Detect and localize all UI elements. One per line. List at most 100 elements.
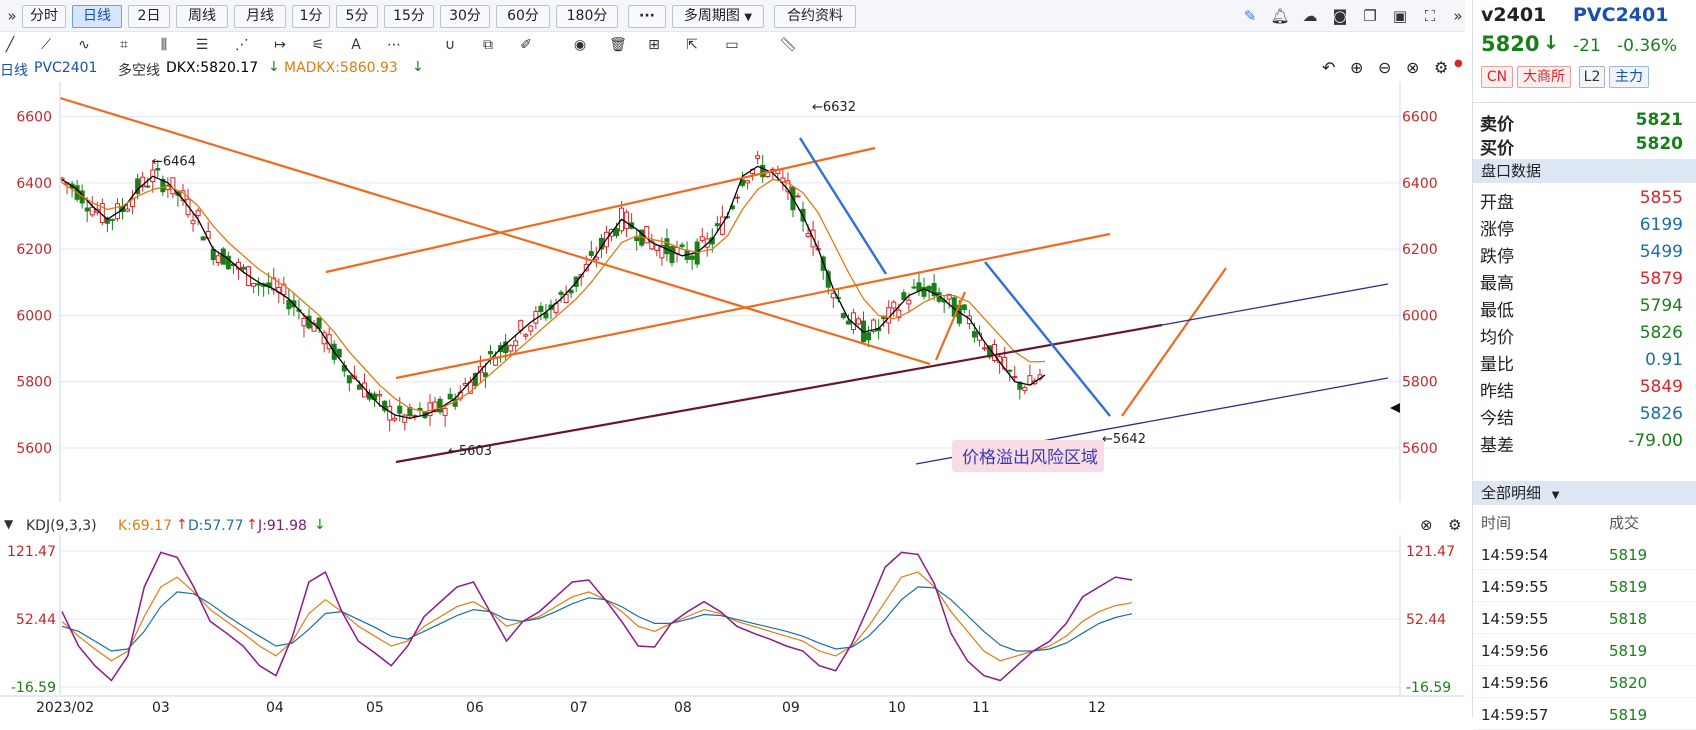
fullscreen-icon[interactable]: ⛶ (1420, 6, 1440, 26)
tag-l2[interactable]: L2 (1579, 66, 1605, 88)
tick-row[interactable]: 14:59:54 5819 (1473, 538, 1696, 570)
text-tool-icon[interactable]: A (346, 35, 366, 55)
right-price-tick: 6600 (1402, 110, 1438, 126)
period-button-1min[interactable]: 1分 (292, 5, 330, 28)
main-kline-chart[interactable]: ←6464 ←6632 ←5603 ←5642 价格溢出风险区域 5600 5600 580… (0, 82, 1465, 502)
more-tools-icon[interactable]: ⋯ (384, 35, 404, 55)
period-button-60min[interactable]: 60分 (496, 5, 550, 28)
pen-icon[interactable]: ✎ (1240, 6, 1260, 26)
grid-icon[interactable]: ⊞ (644, 35, 664, 55)
line-tool-icon[interactable]: ╱ (0, 35, 20, 55)
layers-icon[interactable]: ⧉ (478, 35, 498, 55)
tick-time: 14:59:56 (1481, 674, 1549, 692)
tick-row[interactable]: 14:59:56 5820 (1473, 666, 1696, 698)
trash-icon[interactable]: 🗑︎ (608, 35, 628, 55)
candle-body (699, 236, 705, 241)
tag-main[interactable]: 主力 (1609, 66, 1649, 88)
comment-icon[interactable]: ▭ (722, 35, 742, 55)
contract-name: PVC2401 (1573, 4, 1669, 26)
date-tick: 03 (152, 700, 170, 716)
segment-tool-icon[interactable]: ∿ (74, 35, 94, 55)
ray-tool-icon[interactable]: ⟋ (36, 35, 56, 55)
magnet-icon[interactable]: ∪ (440, 35, 460, 55)
gann-tool-icon[interactable]: ⚟ (308, 35, 328, 55)
tag-cn[interactable]: CN (1481, 66, 1513, 88)
candle-body (840, 313, 846, 319)
period-button-180min[interactable]: 180分 (556, 5, 618, 28)
candle-body (200, 236, 206, 241)
kdj-j-line (61, 551, 1133, 682)
candle-body (634, 237, 640, 242)
panel-divider (1473, 102, 1696, 103)
undo-icon[interactable]: ↶ (1322, 58, 1335, 77)
candle-body (437, 398, 443, 413)
price-change-pct: -0.36% (1617, 36, 1678, 56)
candle-body (568, 289, 574, 294)
contract-info-button[interactable]: 合约资料 (774, 5, 856, 28)
more-periods-button[interactable]: ··· (628, 5, 666, 28)
detail-header-price: 成交 (1609, 514, 1640, 532)
quote-value: 5879 (1639, 269, 1683, 289)
low-label-5603: ←5603 (448, 444, 492, 459)
fib-tool-icon[interactable]: ☰ (192, 35, 212, 55)
tick-row[interactable]: 14:59:56 5819 (1473, 634, 1696, 666)
tag-exchange[interactable]: 大商所 (1517, 66, 1571, 88)
camera-icon[interactable]: ◙ (1330, 6, 1350, 26)
period-button-5min[interactable]: 5分 (336, 5, 378, 28)
period-button-intraday[interactable]: 分时 (22, 5, 66, 28)
tick-price: 5819 (1609, 642, 1648, 660)
period-button-monthly[interactable]: 月线 (234, 5, 286, 28)
zoom-out-icon[interactable]: ⊖ (1378, 58, 1391, 77)
collapse-panel-icon[interactable]: » (1448, 6, 1468, 26)
kdj-left-tick: 121.47 (7, 544, 56, 560)
period-button-30min[interactable]: 30分 (440, 5, 490, 28)
candle-body (513, 340, 519, 347)
cloud-icon[interactable]: ☁ (1300, 6, 1320, 26)
price-change: -21 (1573, 36, 1601, 56)
monitor-icon[interactable]: ▣ (1390, 6, 1410, 26)
period-button-daily[interactable]: 日线 (72, 5, 122, 28)
brush-icon[interactable]: ✐ (516, 35, 536, 55)
export-icon[interactable]: ⇱ (682, 35, 702, 55)
detail-section-header[interactable]: 全部明细 ▼ (1473, 481, 1696, 505)
candle-body (240, 266, 246, 270)
dkx-value: DKX:5820.17 (166, 60, 259, 76)
kdj-right-tick: -16.59 (1406, 680, 1451, 696)
bars-tool-icon[interactable]: ⫼ (154, 35, 174, 55)
tick-price: 5818 (1609, 610, 1648, 628)
tick-row[interactable]: 14:59:57 5819 (1473, 698, 1696, 730)
candle-body (901, 292, 907, 300)
quote-value: 6199 (1639, 215, 1683, 235)
quote-row: 今结 5826 (1473, 401, 1696, 429)
date-axis: 2023/02 03 04 05 06 07 08 09 10 11 12 (0, 695, 1465, 716)
bell-icon[interactable]: 🔔︎ (1270, 6, 1290, 26)
tick-row[interactable]: 14:59:55 5819 (1473, 570, 1696, 602)
candle-body (760, 164, 766, 178)
last-price: 5820 (1481, 32, 1540, 56)
left-price-tick: 5600 (16, 441, 52, 457)
crop-tool-icon[interactable]: ⌗ (114, 35, 134, 55)
tick-row[interactable]: 14:59:55 5818 (1473, 602, 1696, 634)
candle-body (961, 304, 967, 310)
measure-tool-icon[interactable]: ↦ (270, 35, 290, 55)
candle-body (755, 155, 761, 159)
detail-section-title: 全部明细 (1481, 484, 1542, 502)
fan-tool-icon[interactable]: ⋰ (232, 35, 252, 55)
double-chevron-right-icon[interactable]: » (2, 6, 22, 26)
candle-body (1022, 386, 1028, 391)
date-tick: 09 (782, 700, 800, 716)
candle-body (256, 283, 262, 286)
window-icon[interactable]: ❐ (1360, 6, 1380, 26)
close-chart-icon[interactable]: ⊗ (1406, 58, 1419, 77)
period-button-weekly[interactable]: 周线 (176, 5, 228, 28)
multi-period-dropdown[interactable]: 多周期图 ▼ (672, 5, 764, 28)
period-button-15min[interactable]: 15分 (384, 5, 434, 28)
kdj-chart[interactable]: -16.59 -16.59 52.44 52.44 121.47 121.47 2023/… (0, 515, 1465, 717)
eye-icon[interactable]: ◉ (570, 35, 590, 55)
ruler-icon[interactable]: 📏︎ (778, 35, 798, 55)
settings-gear-icon[interactable]: ⚙ (1434, 58, 1448, 77)
zoom-in-icon[interactable]: ⊕ (1350, 58, 1363, 77)
period-button-2day[interactable]: 2日 (128, 5, 170, 28)
candle-body (588, 251, 594, 256)
quote-section-header[interactable]: 盘口数据 (1473, 159, 1696, 183)
